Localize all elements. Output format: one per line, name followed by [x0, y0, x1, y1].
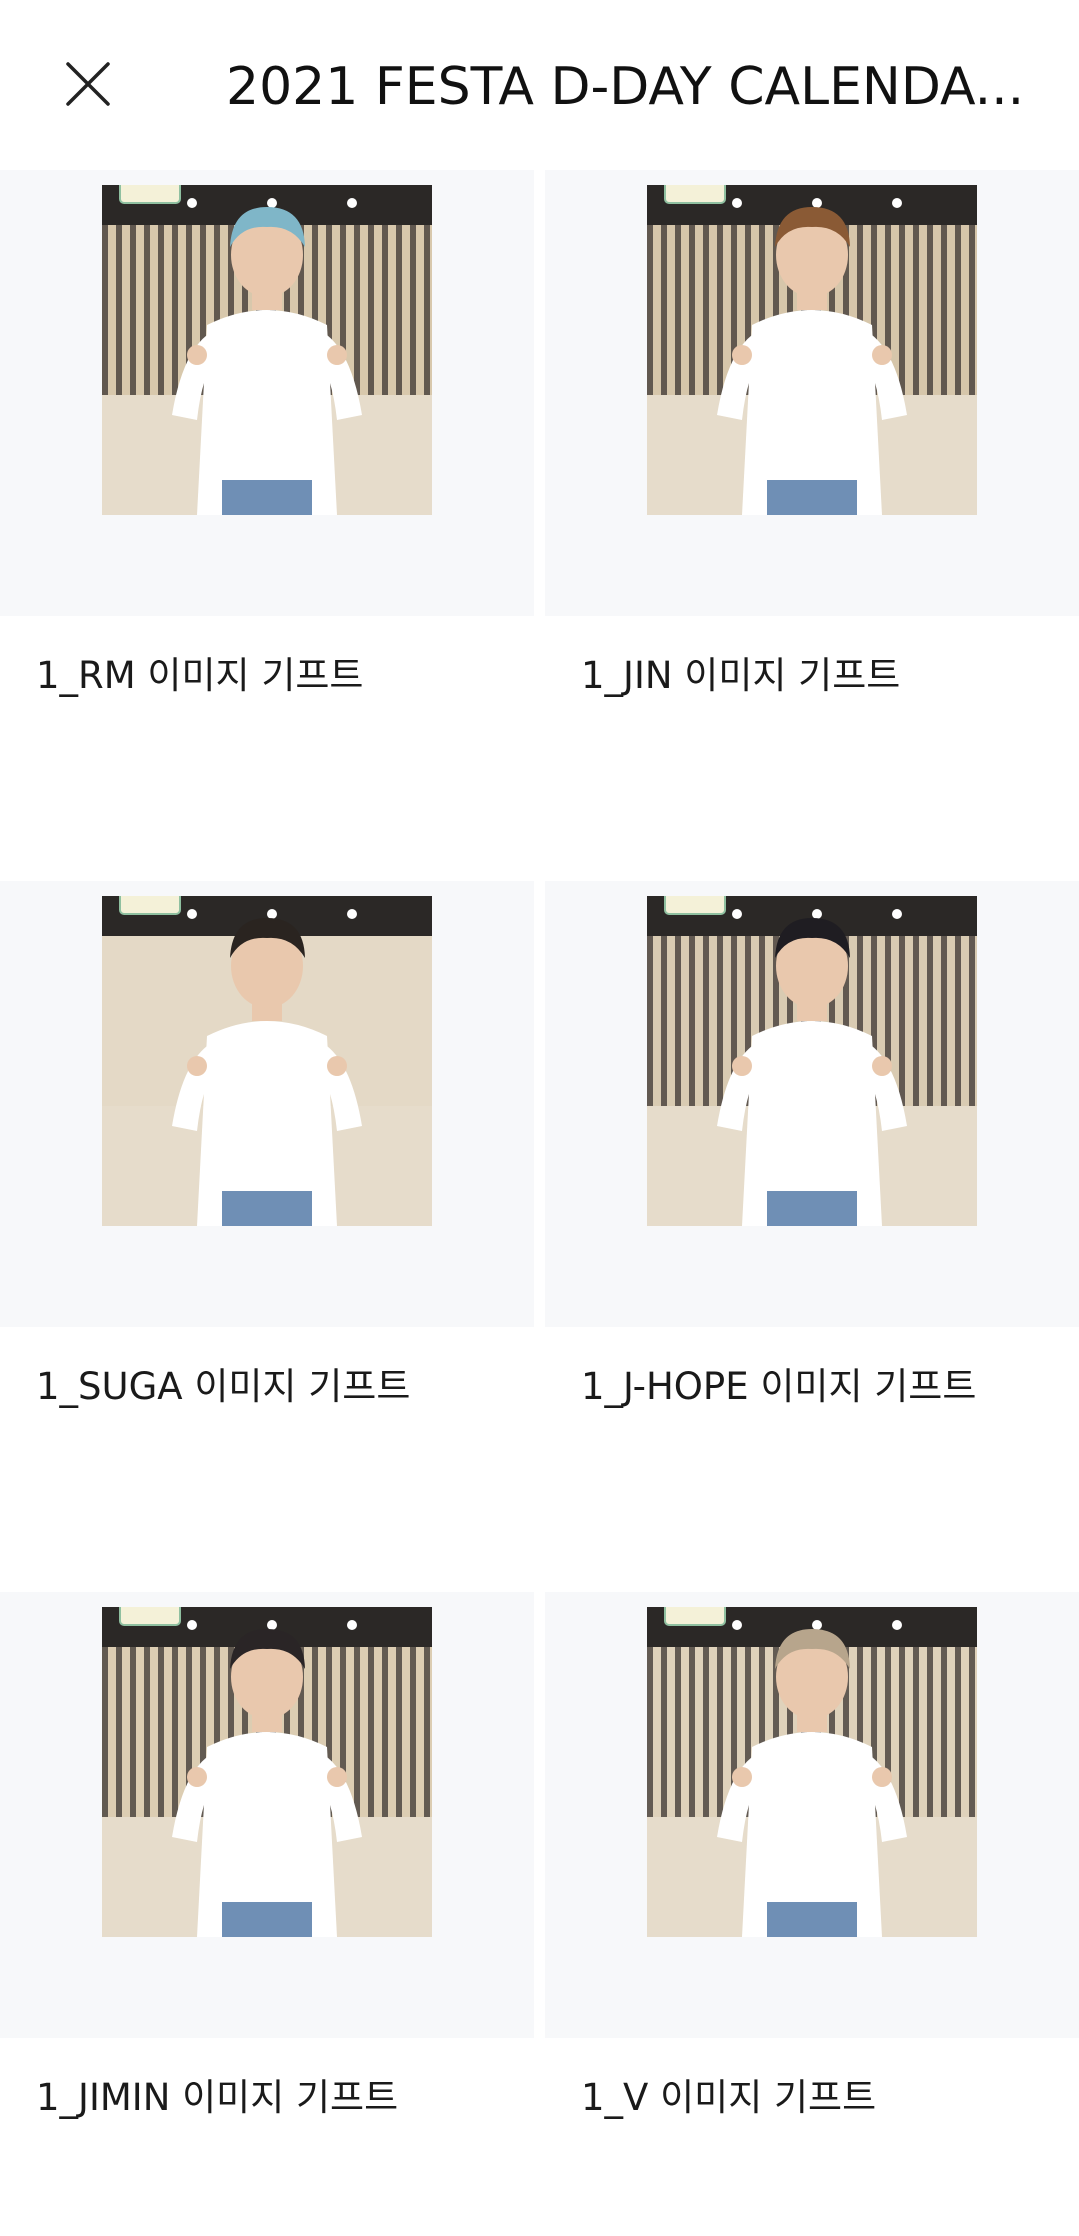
gift-thumbnail-area	[545, 881, 1079, 1327]
gift-thumbnail-area	[545, 1592, 1079, 2038]
close-icon	[66, 62, 110, 106]
top-bar: 2021 FESTA D-DAY CALENDA...	[0, 0, 1079, 170]
gift-photo	[102, 896, 432, 1226]
page-title: 2021 FESTA D-DAY CALENDA...	[226, 57, 1025, 117]
gift-photo	[647, 1607, 977, 1937]
gift-photo	[647, 896, 977, 1226]
gift-label: 1_SUGA 이미지 기프트	[36, 1365, 411, 1408]
gift-card[interactable]: 1_JIMIN 이미지 기프트	[0, 1592, 534, 2236]
gift-photo	[647, 185, 977, 515]
gift-card[interactable]: 1_V 이미지 기프트	[545, 1592, 1079, 2236]
gift-photo	[102, 1607, 432, 1937]
gift-card[interactable]: 1_JIN 이미지 기프트	[545, 170, 1079, 814]
gift-label: 1_V 이미지 기프트	[581, 2076, 877, 2119]
gift-card[interactable]: 1_RM 이미지 기프트	[0, 170, 534, 814]
gift-label: 1_JIN 이미지 기프트	[581, 654, 901, 697]
gift-thumbnail-area	[545, 170, 1079, 616]
gift-card[interactable]: 1_J-HOPE 이미지 기프트	[545, 881, 1079, 1525]
gift-thumbnail-area	[0, 881, 534, 1327]
gift-label: 1_JIMIN 이미지 기프트	[36, 2076, 399, 2119]
gift-label: 1_J-HOPE 이미지 기프트	[581, 1365, 977, 1408]
gift-card[interactable]: 1_SUGA 이미지 기프트	[0, 881, 534, 1525]
gift-thumbnail-area	[0, 170, 534, 616]
gift-thumbnail-area	[0, 1592, 534, 2038]
gift-photo	[102, 185, 432, 515]
gift-label: 1_RM 이미지 기프트	[36, 654, 364, 697]
close-button[interactable]	[56, 52, 120, 116]
